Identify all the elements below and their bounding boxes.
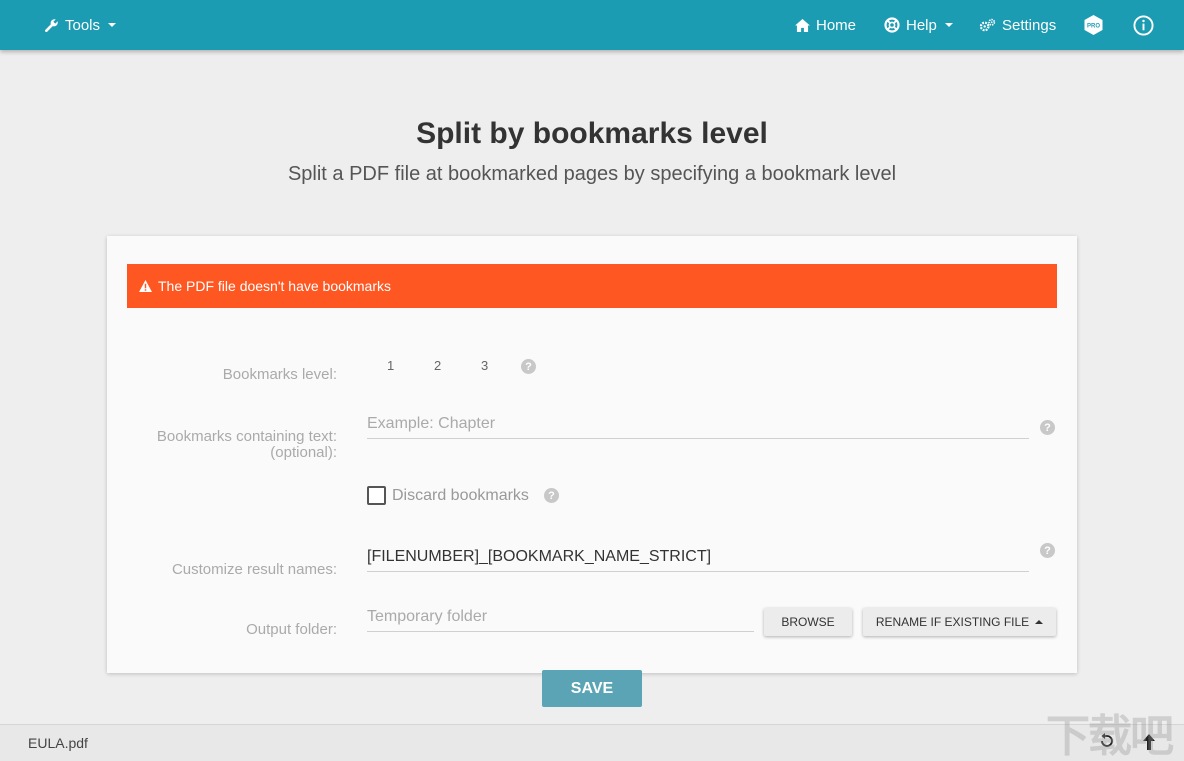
pro-badge-icon: PRO xyxy=(1084,15,1103,35)
alert-message: The PDF file doesn't have bookmarks xyxy=(158,278,392,294)
result-names-input[interactable] xyxy=(367,547,1029,566)
help-label: Help xyxy=(906,16,937,34)
wrench-icon xyxy=(45,18,58,32)
site-watermark: 下载吧 xyxy=(1046,711,1174,761)
help-menu[interactable]: Help xyxy=(884,0,953,50)
home-link[interactable]: Home xyxy=(795,0,856,50)
gears-icon xyxy=(979,18,996,31)
bookmarks-level-label: Bookmarks level: xyxy=(222,366,337,383)
no-bookmarks-alert: The PDF file doesn't have bookmarks xyxy=(127,264,1057,308)
discard-bookmarks-row[interactable]: Discard bookmarks xyxy=(367,486,529,505)
output-folder-input[interactable] xyxy=(367,607,754,626)
browse-button[interactable]: BROWSE xyxy=(764,608,852,636)
discard-bookmarks-label: Discard bookmarks xyxy=(392,486,529,504)
warning-icon xyxy=(139,280,152,292)
footer-bar: EULA.pdf xyxy=(0,724,1184,761)
options-card: The PDF file doesn't have bookmarks Book… xyxy=(107,236,1077,673)
level-option-2[interactable]: 2 xyxy=(434,358,441,373)
page-title: Split by bookmarks level xyxy=(416,117,768,150)
pro-button[interactable]: PRO xyxy=(1083,0,1104,50)
rename-label: RENAME IF EXISTING FILE xyxy=(875,615,1030,629)
discard-bookmarks-checkbox[interactable] xyxy=(367,486,386,505)
containing-text-label-main: Bookmarks containing text: xyxy=(156,428,337,445)
top-navbar: Tools Home Help Settings PRO xyxy=(0,0,1184,50)
page-subtitle: Split a PDF file at bookmarked pages by … xyxy=(287,163,897,185)
result-names-label: Customize result names: xyxy=(171,561,337,578)
chevron-down-icon xyxy=(108,23,117,27)
chevron-up-icon xyxy=(1035,620,1044,624)
tools-menu[interactable]: Tools xyxy=(44,0,117,50)
output-folder-label: Output folder: xyxy=(246,621,337,638)
home-label: Home xyxy=(816,16,857,34)
containing-text-input[interactable] xyxy=(367,414,1029,433)
level-option-3[interactable]: 3 xyxy=(481,358,488,373)
settings-link[interactable]: Settings xyxy=(979,0,1056,50)
help-icon[interactable]: ? xyxy=(1040,420,1055,435)
lifebuoy-icon xyxy=(884,17,900,33)
help-icon[interactable]: ? xyxy=(544,488,559,503)
containing-text-label-optional: (optional): xyxy=(270,444,337,461)
help-icon[interactable]: ? xyxy=(1040,543,1055,558)
tools-label: Tools xyxy=(65,16,101,34)
settings-label: Settings xyxy=(1002,16,1057,34)
level-option-1[interactable]: 1 xyxy=(387,358,394,373)
rename-existing-dropdown[interactable]: RENAME IF EXISTING FILE xyxy=(863,608,1056,636)
output-folder-field[interactable] xyxy=(367,602,754,632)
info-button[interactable] xyxy=(1133,0,1154,50)
save-button[interactable]: SAVE xyxy=(542,670,642,707)
pro-badge-text: PRO xyxy=(1087,24,1100,30)
browse-label: BROWSE xyxy=(781,615,835,629)
help-icon[interactable]: ? xyxy=(521,359,536,374)
chevron-down-icon xyxy=(944,23,953,27)
footer-file-name: EULA.pdf xyxy=(28,735,88,751)
containing-text-label: Bookmarks containing text: (optional): xyxy=(157,429,337,461)
home-icon xyxy=(795,18,810,32)
containing-text-field[interactable] xyxy=(367,409,1029,439)
info-icon xyxy=(1133,14,1154,36)
result-names-field[interactable] xyxy=(367,542,1029,572)
